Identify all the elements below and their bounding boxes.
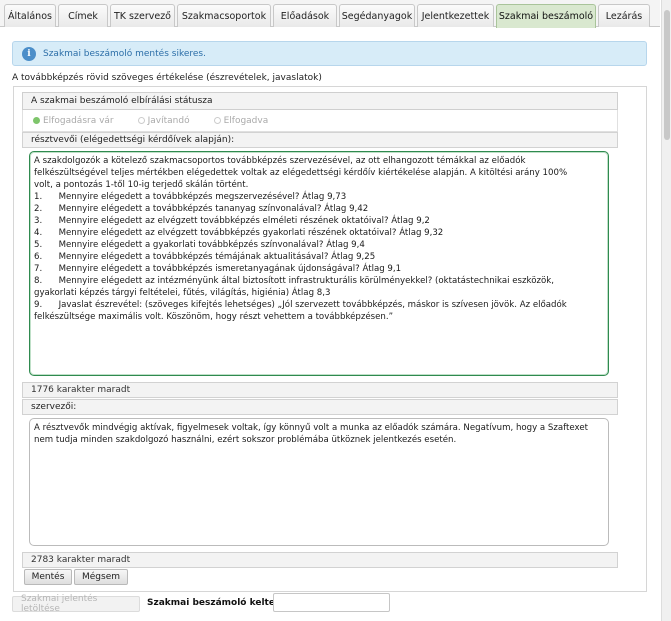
scrollbar-thumb[interactable] xyxy=(664,10,670,140)
status-option-label: Javítandó xyxy=(147,115,190,126)
success-message: i Szakmai beszámoló mentés sikeres. xyxy=(12,41,647,66)
text-line: A szakdolgozók a kötelező szakmacsoporto… xyxy=(34,156,526,166)
text-line: felkészültségével teljes mértékben elége… xyxy=(34,168,568,178)
status-option-accepted[interactable]: Elfogadva xyxy=(213,115,269,126)
radio-dot-icon xyxy=(137,117,145,124)
text-line: 2. Mennyire elégedett a továbbképzés tan… xyxy=(34,204,369,214)
text-line: 8. Mennyire elégedett az intézményünk ál… xyxy=(34,276,554,286)
text-line: 4. Mennyire elégedett az elvégzett továb… xyxy=(34,228,444,238)
status-option-label: Elfogadva xyxy=(223,115,269,126)
info-icon: i xyxy=(22,46,36,61)
tab-szakmai-beszamolo[interactable]: Szakmai beszámoló xyxy=(496,4,596,28)
status-option-pending[interactable]: Elfogadásra vár xyxy=(33,116,114,126)
text-line: 3. Mennyire elégedett az elvégzett továb… xyxy=(34,216,430,226)
tab-lezaras[interactable]: Lezárás xyxy=(598,4,650,27)
section-title: A továbbképzés rövid szöveges értékelése… xyxy=(12,73,322,83)
text-line: 1. Mennyire elégedett a továbbképzés meg… xyxy=(34,192,347,202)
text-line: 7. Mennyire elégedett a továbbképzés ism… xyxy=(34,264,402,274)
participants-label: résztvevői (elégedettségi kérdőívek alap… xyxy=(22,132,618,148)
download-report-button[interactable]: Szakmai jelentés letöltése xyxy=(12,594,140,614)
tab-cimek[interactable]: Címek xyxy=(58,4,108,27)
text-line: nem tudja minden szakdolgozó használni, … xyxy=(34,435,457,445)
text-line: 6. Mennyire elégedett a továbbképzés tém… xyxy=(34,252,376,262)
organizers-label: szervezői: xyxy=(22,399,618,415)
tab-tk-szervezo[interactable]: TK szervező xyxy=(110,4,175,27)
text-line: 9. Javaslat észrevétel: (szöveges kifejt… xyxy=(34,300,567,310)
text-line: gyakorlati képzés tárgyi feltételei, fűt… xyxy=(34,288,331,298)
radio-dot-icon xyxy=(33,117,40,124)
tab-segedanyagok[interactable]: Segédanyagok xyxy=(339,4,415,27)
text-line: A résztvevők mindvégig aktívak, figyelme… xyxy=(34,423,589,433)
status-option-label: Elfogadásra vár xyxy=(43,115,114,126)
text-line: felkészültsége maximális volt. Köszönöm,… xyxy=(34,312,394,322)
tab-altalanos[interactable]: Általános xyxy=(4,4,56,27)
save-button[interactable]: Mentés xyxy=(24,569,72,585)
page-scrollbar[interactable] xyxy=(661,0,671,621)
tab-szakmacsoportok[interactable]: Szakmacsoportok xyxy=(177,4,271,27)
report-date-input[interactable] xyxy=(273,593,390,612)
text-line: volt, a pontozás 1-től 10-ig terjedő ská… xyxy=(34,180,249,190)
tab-jelentkezettek[interactable]: Jelentkezettek xyxy=(417,4,494,27)
status-option-to-fix[interactable]: Javítandó xyxy=(137,115,190,126)
organizers-char-counter: 2783 karakter maradt xyxy=(22,552,618,568)
status-radio-group: Elfogadásra vár Javítandó Elfogadva xyxy=(22,110,618,132)
radio-dot-icon xyxy=(213,117,221,124)
success-message-text: Szakmai beszámoló mentés sikeres. xyxy=(43,48,206,59)
tab-eloadasok[interactable]: Előadások xyxy=(273,4,337,27)
participants-textarea[interactable]: A szakdolgozók a kötelező szakmacsoporto… xyxy=(29,151,609,376)
organizers-textarea[interactable]: A résztvevők mindvégig aktívak, figyelme… xyxy=(29,418,609,546)
participants-char-counter: 1776 karakter maradt xyxy=(22,382,618,398)
status-heading: A szakmai beszámoló elbírálási státusza xyxy=(22,92,618,110)
text-line: 5. Mennyire elégedett a gyakorlati továb… xyxy=(34,240,365,250)
cancel-button[interactable]: Mégsem xyxy=(74,569,128,585)
tab-bar: Általános Címek TK szervező Szakmacsopor… xyxy=(0,0,660,28)
